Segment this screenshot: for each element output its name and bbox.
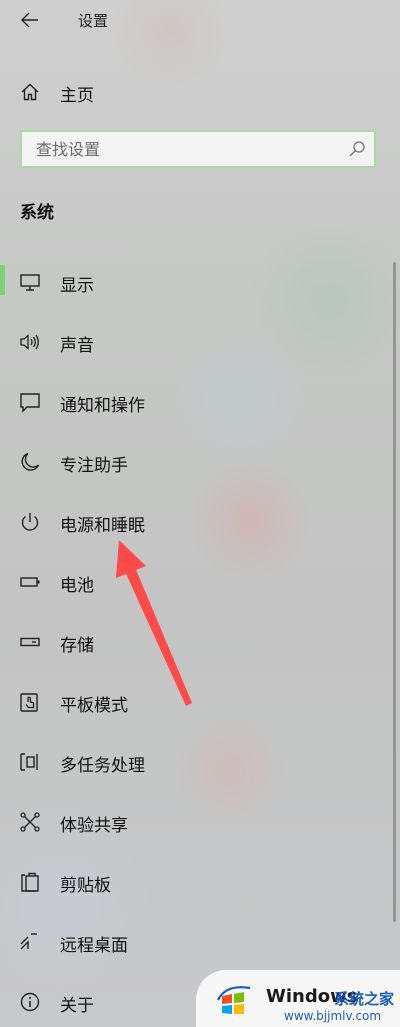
shared-experiences-icon (20, 812, 40, 832)
title-bar: 设置 (0, 0, 400, 40)
nav-item-power-sleep[interactable]: 电源和睡眠 (0, 501, 380, 541)
moon-icon (21, 452, 40, 471)
back-arrow-icon (21, 12, 38, 28)
nav-label: 声音 (60, 336, 94, 356)
nav-label: 通知和操作 (60, 396, 145, 416)
home-label: 主页 (60, 86, 94, 106)
windows-logo-icon (217, 986, 251, 1014)
nav-item-tablet-mode[interactable]: 平板模式 (0, 681, 380, 721)
nav-item-display[interactable]: 显示 (0, 261, 380, 301)
nav-label: 电池 (60, 576, 94, 596)
display-icon (20, 274, 40, 291)
nav-label: 多任务处理 (60, 756, 145, 776)
nav-item-clipboard[interactable]: 剪贴板 (0, 861, 380, 901)
back-button[interactable] (14, 6, 46, 34)
search-input[interactable] (22, 132, 356, 166)
nav-label: 关于 (60, 996, 94, 1016)
tablet-mode-icon (20, 693, 38, 712)
scrollbar[interactable] (393, 262, 396, 922)
search-icon[interactable] (348, 140, 366, 158)
info-icon (20, 992, 40, 1012)
nav-item-storage[interactable]: 存储 (0, 621, 380, 661)
watermark: Windows 系统之家 www.bjjmlv.com (196, 970, 400, 1027)
nav-label: 体验共享 (60, 816, 128, 836)
multitasking-icon (20, 753, 38, 771)
nav-label: 剪贴板 (60, 876, 111, 896)
home-link[interactable]: 主页 (0, 72, 380, 112)
nav-item-remote-desktop[interactable]: 远程桌面 (0, 921, 380, 961)
nav-label: 存储 (60, 636, 94, 656)
battery-icon (20, 577, 40, 587)
notification-icon (20, 393, 40, 413)
nav-label: 显示 (60, 276, 94, 296)
window-title: 设置 (78, 12, 109, 30)
nav-label: 平板模式 (60, 696, 128, 716)
nav-item-battery[interactable]: 电池 (0, 561, 380, 601)
watermark-site: 系统之家 (334, 990, 395, 1008)
power-icon (21, 513, 39, 531)
nav-item-notifications[interactable]: 通知和操作 (0, 381, 380, 421)
watermark-url: www.bjjmlv.com (284, 1009, 382, 1023)
home-icon (21, 83, 39, 101)
nav-label: 远程桌面 (60, 936, 128, 956)
nav-label: 专注助手 (60, 456, 128, 476)
clipboard-icon (21, 872, 39, 892)
nav-item-focus-assist[interactable]: 专注助手 (0, 441, 380, 481)
nav-item-sound[interactable]: 声音 (0, 321, 380, 361)
speaker-icon (20, 334, 39, 350)
search-box[interactable] (20, 130, 376, 168)
storage-icon (20, 637, 40, 647)
nav-item-shared-experiences[interactable]: 体验共享 (0, 801, 380, 841)
nav-item-multitasking[interactable]: 多任务处理 (0, 741, 380, 781)
remote-desktop-icon (20, 933, 37, 950)
nav-label: 电源和睡眠 (60, 516, 145, 536)
section-title: 系统 (20, 203, 54, 223)
